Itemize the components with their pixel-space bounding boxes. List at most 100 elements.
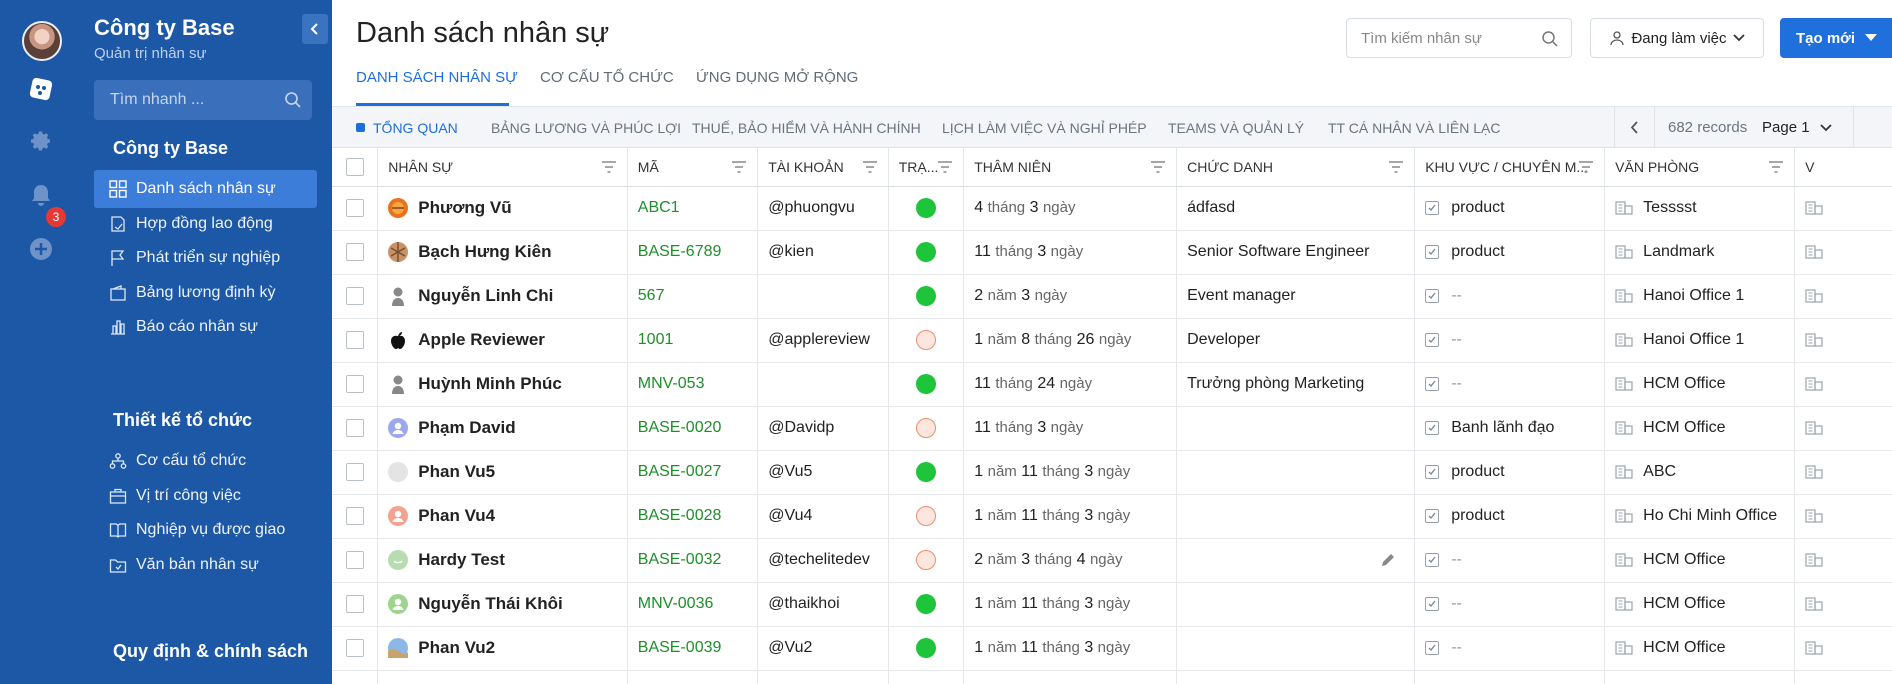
- employee-cell: Phan Vu5: [377, 450, 628, 495]
- table-row[interactable]: Apple Reviewer 1001 @applereview 1 năm 8 th…: [332, 318, 1892, 363]
- prev-page-button[interactable]: [1615, 107, 1655, 148]
- subtab-schedule-leave[interactable]: LỊCH LÀM VIỆC VÀ NGHỈ PHÉP: [942, 120, 1147, 136]
- filter-icon[interactable]: [731, 160, 747, 176]
- row-checkbox[interactable]: [345, 199, 364, 217]
- status-filter-dropdown[interactable]: Đang làm việc: [1590, 18, 1764, 58]
- gear-icon[interactable]: [24, 124, 58, 158]
- column-header[interactable]: KHU VỰC / CHUYÊN M...: [1414, 148, 1606, 187]
- area-check-icon: [1425, 289, 1440, 303]
- employee-search-input[interactable]: Tìm kiếm nhân sự: [1346, 18, 1572, 58]
- employee-name[interactable]: Bạch Hưng Kiên: [418, 242, 551, 262]
- row-checkbox[interactable]: [345, 243, 364, 261]
- row-checkbox[interactable]: [345, 463, 364, 481]
- employee-code: MNV-0036: [637, 595, 714, 612]
- subtab-payroll[interactable]: BẢNG LƯƠNG VÀ PHÚC LỢI: [491, 120, 681, 136]
- employee-name[interactable]: Nguyễn Thái Khôi: [418, 594, 563, 614]
- column-header[interactable]: THÂM NIÊN: [963, 148, 1178, 187]
- office-cell: Ho Chi Minh Office: [1604, 494, 1796, 539]
- row-checkbox[interactable]: [345, 419, 364, 437]
- column-header[interactable]: TRẠ...: [888, 148, 965, 187]
- tab-employee-list[interactable]: DANH SÁCH NHÂN SỰ: [356, 69, 518, 86]
- report-icon: [109, 318, 136, 336]
- employee-avatar: [388, 462, 409, 482]
- filter-icon[interactable]: [1388, 160, 1404, 176]
- table-row[interactable]: Phan Vu5 BASE-0027 @Vu5 1 năm 11 tháng 3 ng…: [332, 450, 1892, 495]
- nav-section-policies[interactable]: Quy định & chính sách: [113, 641, 308, 662]
- subtab-overview[interactable]: TỔNG QUAN: [373, 120, 458, 136]
- filter-icon[interactable]: [937, 160, 953, 176]
- row-checkbox[interactable]: [345, 639, 364, 657]
- empty-cell: [377, 670, 628, 684]
- employee-name[interactable]: Phạm David: [418, 418, 515, 438]
- row-checkbox[interactable]: [345, 331, 364, 349]
- employee-name[interactable]: Nguyễn Linh Chi: [418, 286, 553, 306]
- select-all-checkbox[interactable]: [345, 157, 364, 176]
- employee-name[interactable]: Hardy Test: [418, 550, 505, 570]
- sidebar-item-grid[interactable]: Danh sách nhân sự: [94, 170, 317, 208]
- filter-icon[interactable]: [862, 160, 878, 176]
- table-row[interactable]: Nguyễn Linh Chi 567 2 năm 3 ngày Event man…: [332, 274, 1892, 319]
- tab-org-structure[interactable]: CƠ CẤU TỔ CHỨC: [540, 69, 674, 86]
- employee-name[interactable]: Phan Vu2: [418, 638, 495, 658]
- filter-icon[interactable]: [601, 160, 617, 176]
- row-checkbox[interactable]: [345, 551, 364, 569]
- column-header[interactable]: TÀI KHOẢN: [757, 148, 889, 187]
- edit-pencil-icon[interactable]: [1380, 552, 1396, 573]
- employee-name[interactable]: Phan Vu4: [418, 506, 495, 526]
- table-row[interactable]: Phương Vũ ABC1 @phuongvu 4 tháng 3 ngày ádf…: [332, 186, 1892, 231]
- collapse-sidebar-button[interactable]: [302, 14, 328, 44]
- tab-extensions[interactable]: ỨNG DỤNG MỞ RỘNG: [696, 69, 858, 86]
- base-logo-icon[interactable]: [24, 72, 58, 106]
- sidebar-item-book[interactable]: Nghiệp vụ được giao: [94, 511, 317, 549]
- column-header[interactable]: CHỨC DANH: [1176, 148, 1416, 187]
- user-avatar[interactable]: [22, 21, 62, 61]
- row-checkbox[interactable]: [345, 375, 364, 393]
- filter-icon[interactable]: [1150, 160, 1166, 176]
- area-value: product: [1451, 243, 1505, 260]
- page-select[interactable]: Page 1: [1762, 119, 1832, 136]
- area-cell: --: [1414, 318, 1606, 363]
- row-checkbox[interactable]: [345, 287, 364, 305]
- employee-name[interactable]: Phương Vũ: [418, 198, 511, 218]
- tenure-unit: năm: [987, 551, 1017, 568]
- sidebar-item-org-chart[interactable]: Cơ cấu tổ chức: [94, 442, 317, 480]
- column-header[interactable]: V: [1794, 148, 1892, 187]
- table-row[interactable]: Phan Vu4 BASE-0028 @Vu4 1 năm 11 tháng 3 ng…: [332, 494, 1892, 539]
- table-row[interactable]: Bạch Hưng Kiên BASE-6789 @kien 11 tháng 3 n…: [332, 230, 1892, 275]
- tenure-unit: tháng: [1034, 331, 1073, 348]
- employee-name[interactable]: Huỳnh Minh Phúc: [418, 374, 562, 394]
- create-new-button[interactable]: Tạo mới: [1780, 18, 1892, 58]
- quick-search-placeholder: Tìm nhanh ...: [110, 91, 205, 108]
- filter-icon[interactable]: [1578, 160, 1594, 176]
- column-header-label: VĂN PHÒNG: [1615, 158, 1700, 175]
- sidebar-item-wallet[interactable]: Bảng lương định kỳ: [94, 274, 317, 312]
- column-header[interactable]: VĂN PHÒNG: [1604, 148, 1796, 187]
- sidebar-item-briefcase[interactable]: Vị trí công việc: [94, 477, 317, 515]
- sidebar-item-label: Danh sách nhân sự: [136, 180, 276, 197]
- sidebar-item-folder[interactable]: Văn bản nhân sự: [94, 546, 317, 584]
- column-header[interactable]: MÃ: [627, 148, 759, 187]
- table-row[interactable]: Phan Vu2 BASE-0039 @Vu2 1 năm 11 tháng 3 ng…: [332, 626, 1892, 671]
- table-row[interactable]: [332, 670, 1892, 684]
- add-circle-icon[interactable]: [24, 232, 58, 266]
- table-row[interactable]: Phạm David BASE-0020 @Davidp 11 tháng 3 ngà…: [332, 406, 1892, 451]
- quick-search-input[interactable]: Tìm nhanh ...: [94, 80, 312, 120]
- table-row[interactable]: Hardy Test BASE-0032 @techelitedev 2 năm 3 …: [332, 538, 1892, 583]
- account-handle: @Davidp: [768, 419, 835, 436]
- table-row[interactable]: Huỳnh Minh Phúc MNV-053 11 tháng 24 ngày T…: [332, 362, 1892, 407]
- subtab-personal-contact[interactable]: TT CÁ NHÂN VÀ LIÊN LẠC: [1328, 120, 1500, 136]
- column-header[interactable]: NHÂN SỰ: [377, 148, 628, 187]
- row-checkbox[interactable]: [345, 507, 364, 525]
- subtab-tax-insurance[interactable]: THUẾ, BẢO HIỂM VÀ HÀNH CHÍNH: [692, 120, 921, 136]
- chevron-down-icon: [1819, 123, 1832, 131]
- sidebar-item-report[interactable]: Báo cáo nhân sự: [94, 308, 317, 346]
- sidebar-item-flag[interactable]: Phát triển sự nghiệp: [94, 239, 317, 277]
- employee-name[interactable]: Apple Reviewer: [418, 330, 545, 350]
- table-row[interactable]: Nguyễn Thái Khôi MNV-0036 @thaikhoi 1 năm 1…: [332, 582, 1892, 627]
- subtab-teams[interactable]: TEAMS VÀ QUẢN LÝ: [1168, 120, 1304, 136]
- row-checkbox[interactable]: [345, 595, 364, 613]
- sidebar-item-contract[interactable]: Hợp đồng lao động: [94, 205, 317, 243]
- employee-name[interactable]: Phan Vu5: [418, 462, 495, 482]
- filter-icon[interactable]: [1768, 160, 1784, 176]
- title-cell[interactable]: [1176, 538, 1416, 583]
